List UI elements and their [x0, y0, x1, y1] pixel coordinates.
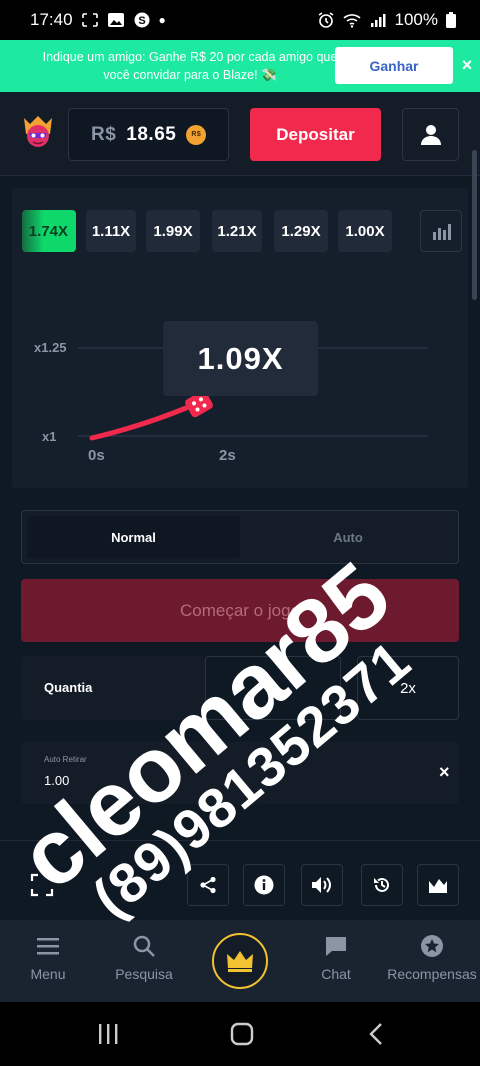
y-label-base: x1	[42, 429, 56, 444]
coin-icon: R$	[186, 124, 207, 145]
wifi-icon	[342, 14, 361, 28]
double-bet-button[interactable]: 2x	[357, 656, 459, 720]
auto-retire-clear-button[interactable]: ×	[439, 762, 450, 783]
nav-menu[interactable]: Menu	[0, 932, 96, 996]
mode-tabs: Normal Auto	[21, 510, 459, 564]
user-icon	[420, 124, 441, 145]
search-icon	[133, 935, 155, 957]
wallet-balance[interactable]: R$ 18.65 R$	[68, 108, 229, 161]
currency-symbol: R$	[91, 123, 117, 145]
auto-retire-value: 1.00	[44, 773, 70, 788]
fullscreen-button[interactable]	[21, 864, 63, 906]
signal-icon	[370, 14, 386, 27]
referral-text: Indique um amigo: Ganhe R$ 20 por cada a…	[42, 50, 338, 82]
leaderboard-button[interactable]	[417, 864, 459, 906]
deposit-button[interactable]: Depositar	[250, 108, 381, 161]
history-chip[interactable]: 1.99X	[146, 210, 200, 252]
top-header: R$ 18.65 R$ Depositar	[0, 92, 480, 176]
share-icon	[200, 876, 216, 894]
user-profile-button[interactable]	[402, 108, 459, 161]
volume-icon	[312, 877, 331, 893]
amount-label: Quantia	[44, 680, 93, 695]
home-button[interactable]	[222, 1020, 262, 1048]
back-icon	[369, 1023, 382, 1045]
history-chip[interactable]: 1.74X	[22, 210, 76, 252]
home-icon	[230, 1022, 254, 1046]
y-label-upper: x1.25	[34, 340, 67, 355]
nav-rewards-label: Recompensas	[387, 966, 477, 982]
current-multiplier: 1.09X	[163, 321, 318, 396]
chat-icon	[326, 937, 346, 956]
battery-level: 100%	[394, 10, 438, 29]
bar-chart-icon	[433, 224, 451, 240]
half-bet-button[interactable]: ½	[205, 656, 341, 720]
fullscreen-icon	[30, 873, 54, 897]
status-time: 17:40	[30, 10, 73, 29]
ganhar-button[interactable]: Ganhar	[335, 47, 453, 84]
history-button[interactable]	[361, 864, 403, 906]
bottom-navigation: Menu Pesquisa Chat Recompensas	[0, 920, 480, 1002]
alarm-icon	[318, 12, 333, 28]
svg-text:S: S	[138, 15, 145, 27]
back-button[interactable]	[356, 1020, 396, 1048]
auto-retire-label: Auto Retirar	[44, 755, 87, 764]
info-icon	[254, 875, 274, 895]
history-chip[interactable]: 1.29X	[274, 210, 328, 252]
battery-icon	[446, 12, 456, 28]
recent-apps-button[interactable]	[88, 1020, 128, 1048]
stats-button[interactable]	[420, 210, 462, 252]
nav-rewards[interactable]: Recompensas	[384, 932, 480, 996]
referral-banner: Indique um amigo: Ganhe R$ 20 por cada a…	[0, 40, 480, 92]
trend-chart-icon	[429, 879, 447, 893]
balance-amount: 18.65	[126, 123, 177, 145]
recent-apps-icon	[99, 1024, 118, 1044]
history-row: 1.74X 1.11X 1.99X 1.21X 1.29X 1.00X	[22, 210, 462, 252]
android-navigation-bar	[0, 1002, 480, 1066]
status-bar: 17:40 S ● 100%	[0, 0, 480, 40]
info-button[interactable]	[243, 864, 285, 906]
history-icon	[374, 877, 389, 892]
share-button[interactable]	[187, 864, 229, 906]
bet-amount-row: Quantia ½ 2x	[21, 656, 459, 720]
history-chip[interactable]: 1.00X	[338, 210, 392, 252]
nav-search-label: Pesquisa	[115, 966, 173, 982]
blaze-logo-icon[interactable]	[18, 110, 58, 150]
nav-search[interactable]: Pesquisa	[96, 932, 192, 996]
app-root: 17:40 S ● 100% Indique um amigo: Ganhe R…	[0, 0, 480, 1066]
screenshot-icon	[81, 13, 98, 27]
star-icon	[421, 935, 443, 957]
notification-dot-icon: ●	[158, 13, 166, 27]
nav-chat[interactable]: Chat	[288, 932, 384, 996]
menu-icon	[37, 938, 59, 955]
game-toolbar	[0, 840, 480, 920]
tab-normal[interactable]: Normal	[27, 516, 240, 558]
x-label-2s: 2s	[219, 447, 236, 464]
history-chip[interactable]: 1.11X	[86, 210, 136, 252]
x-label-start: 0s	[88, 447, 105, 464]
nav-crown-button[interactable]	[212, 933, 268, 989]
crown-icon	[227, 951, 253, 972]
multiplier-curve	[89, 405, 189, 441]
tab-auto[interactable]: Auto	[242, 516, 454, 558]
nav-chat-label: Chat	[321, 966, 351, 982]
start-game-button[interactable]: Começar o jogo	[21, 579, 459, 642]
auto-retire-field[interactable]: Auto Retirar 1.00 ×	[21, 742, 459, 804]
shazam-icon: S	[134, 12, 150, 28]
gallery-icon	[107, 13, 124, 27]
crash-game-panel: 1.74X 1.11X 1.99X 1.21X 1.29X 1.00X x1.2…	[12, 188, 468, 488]
history-chip[interactable]: 1.21X	[212, 210, 262, 252]
page-scrollbar[interactable]	[472, 150, 477, 300]
banner-close-button[interactable]: ×	[458, 53, 476, 77]
sound-button[interactable]	[301, 864, 343, 906]
bet-amount-field[interactable]: Quantia	[21, 656, 205, 720]
nav-menu-label: Menu	[30, 966, 66, 982]
